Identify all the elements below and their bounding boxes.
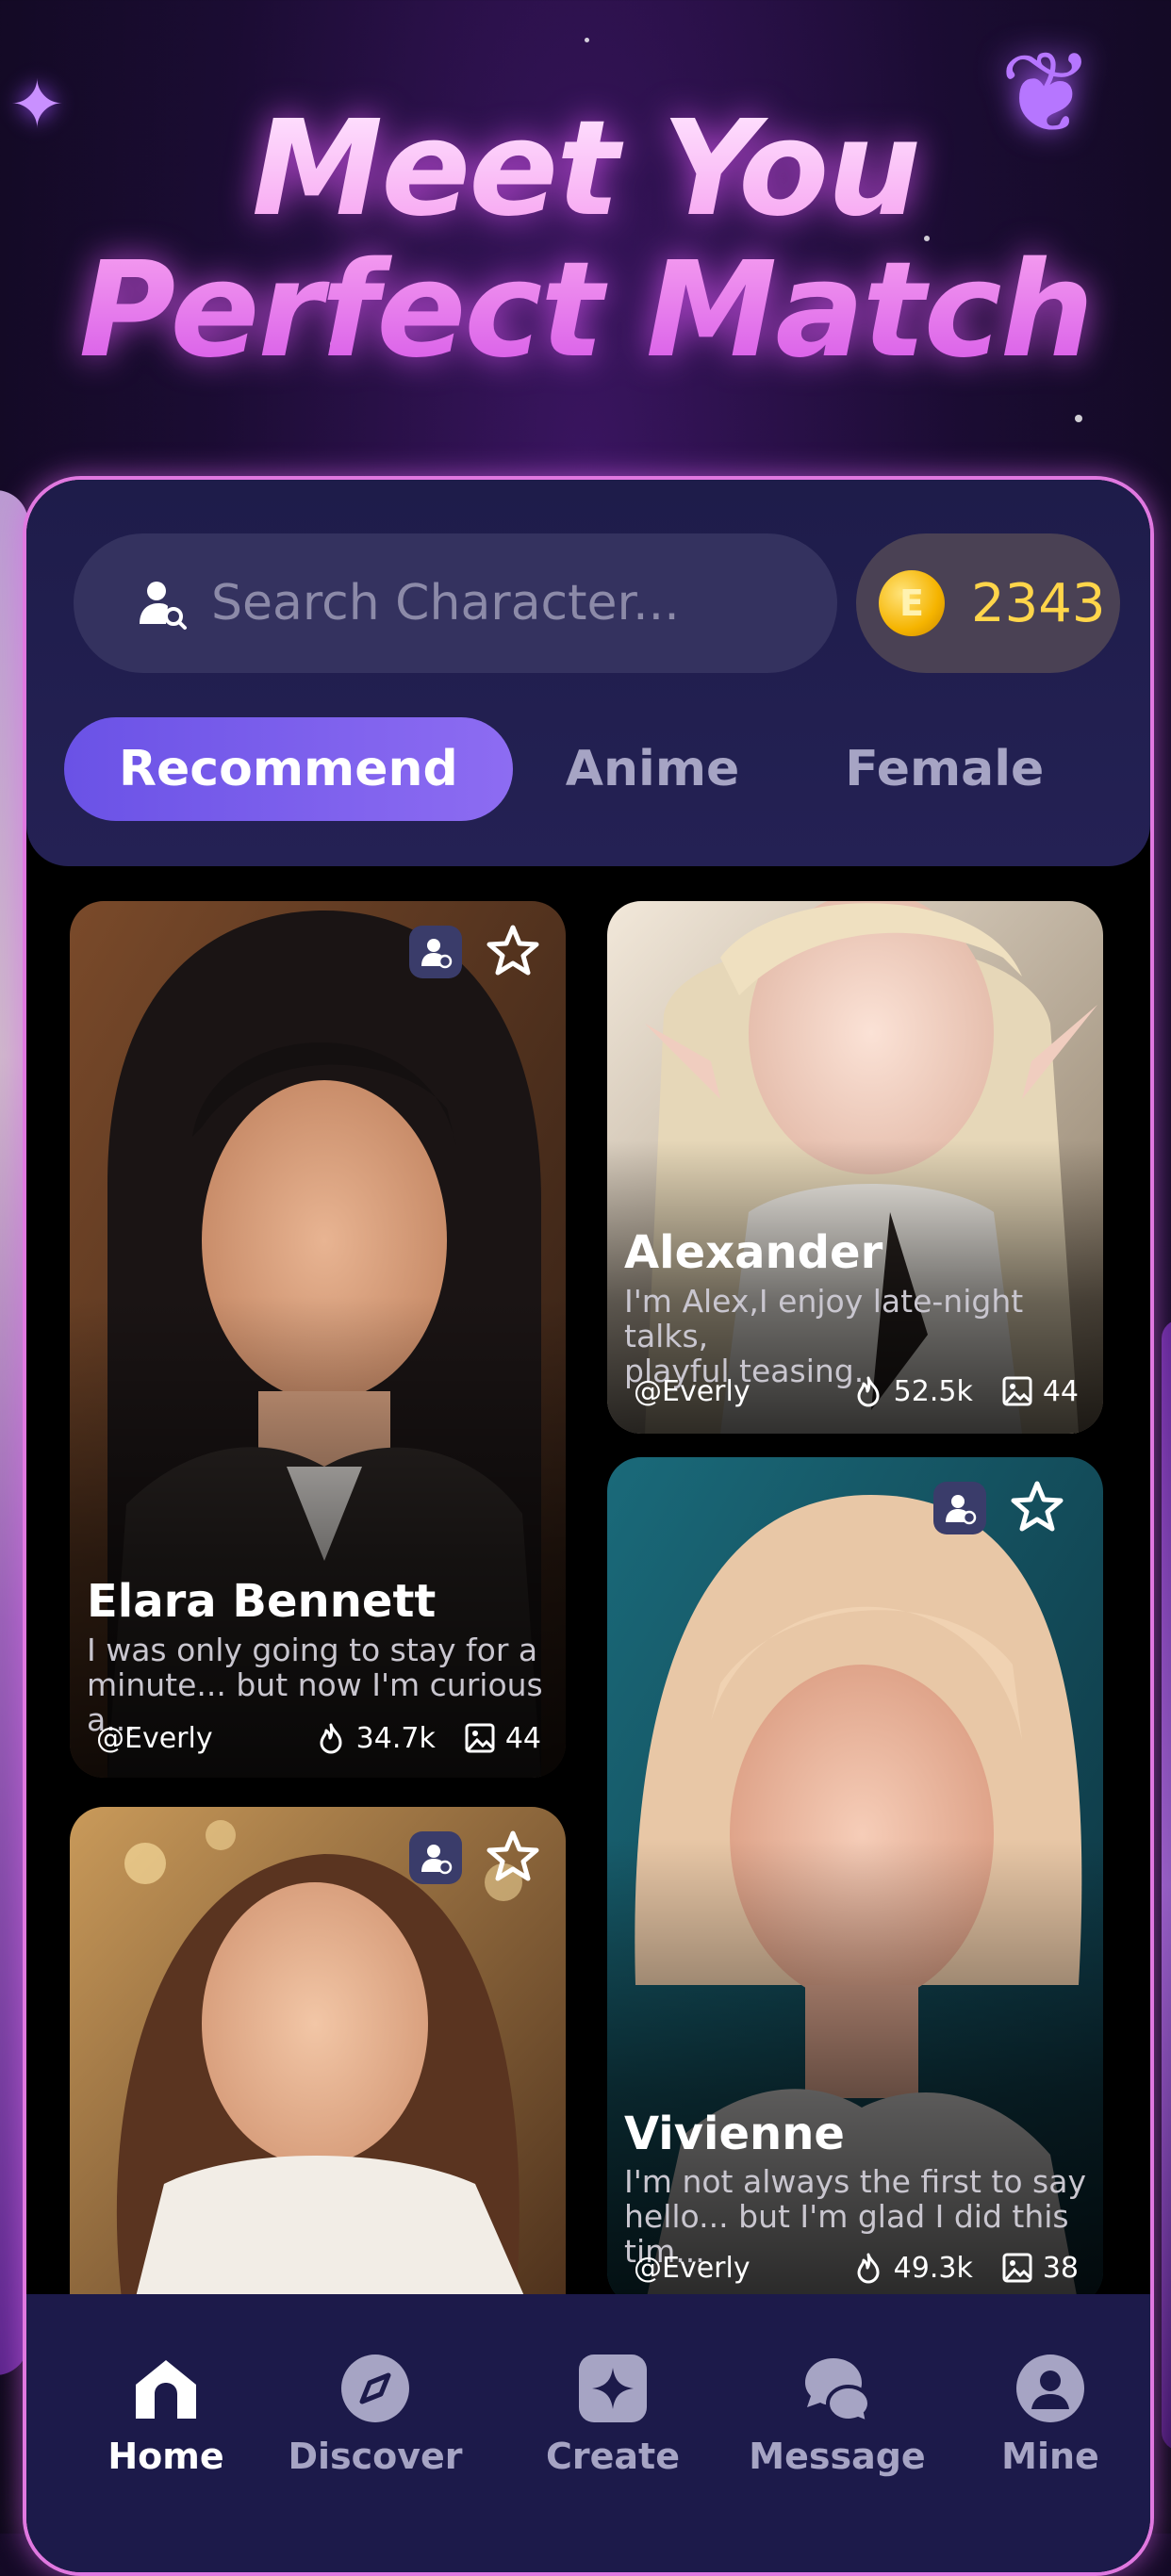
image-icon bbox=[1002, 2253, 1032, 2283]
tab-female[interactable]: Female bbox=[792, 717, 1097, 821]
category-tabs: Recommend Anime Female M bbox=[64, 717, 1150, 821]
character-card[interactable]: Elara Bennett I was only going to stay f… bbox=[70, 901, 566, 1778]
character-card[interactable]: Alexander I'm Alex,I enjoy late-night ta… bbox=[607, 901, 1103, 1434]
tab-more[interactable]: M bbox=[1097, 717, 1150, 821]
user-badge-icon bbox=[933, 1482, 986, 1534]
character-card[interactable]: Vivienne I'm not always the first to say… bbox=[607, 1457, 1103, 2305]
sparkle bbox=[585, 38, 589, 42]
author-handle: @Everly bbox=[634, 2251, 750, 2285]
character-name: Elara Bennett bbox=[87, 1575, 437, 1628]
author-handle: @Everly bbox=[634, 1374, 750, 1408]
card-meta: @Everly 49.3k 38 bbox=[634, 2249, 1079, 2287]
search-input[interactable] bbox=[209, 574, 816, 632]
user-search-icon bbox=[140, 582, 187, 630]
nav-home[interactable]: Home bbox=[72, 2353, 260, 2477]
flame-icon bbox=[857, 1376, 880, 1407]
hero-line-2: Perfect Match bbox=[78, 234, 1093, 387]
user-badge-icon bbox=[409, 926, 462, 978]
nav-message[interactable]: Message bbox=[743, 2353, 932, 2477]
likes-count: 34.7k bbox=[355, 1721, 436, 1755]
tab-anime[interactable]: Anime bbox=[513, 717, 793, 821]
flame-icon bbox=[320, 1723, 342, 1754]
home-icon bbox=[136, 2360, 196, 2419]
background-side-glow bbox=[1162, 1320, 1171, 2451]
images-count: 38 bbox=[1042, 2251, 1079, 2285]
author-handle: @Everly bbox=[96, 1721, 213, 1755]
images-count: 44 bbox=[504, 1721, 541, 1755]
coin-count: 2343 bbox=[971, 572, 1106, 634]
character-name: Alexander bbox=[624, 1226, 883, 1279]
images-count: 44 bbox=[1042, 1374, 1079, 1408]
coin-icon: E bbox=[879, 570, 945, 636]
flame-icon bbox=[857, 2253, 880, 2284]
sparkle bbox=[1075, 415, 1082, 422]
search-bar[interactable] bbox=[74, 533, 837, 673]
image-icon bbox=[1002, 1376, 1032, 1406]
app-frame: E 2343 Recommend Anime Female M bbox=[23, 476, 1154, 2576]
nav-discover[interactable]: Discover bbox=[281, 2353, 470, 2477]
tab-recommend[interactable]: Recommend bbox=[64, 717, 513, 821]
sparkle-icon bbox=[579, 2354, 647, 2422]
nav-mine[interactable]: Mine bbox=[956, 2353, 1145, 2477]
nav-label: Message bbox=[749, 2436, 926, 2477]
nav-create[interactable]: Create bbox=[519, 2353, 707, 2477]
compass-icon bbox=[341, 2354, 409, 2422]
chat-bubbles-icon bbox=[805, 2358, 872, 2424]
nav-label: Mine bbox=[1001, 2436, 1099, 2477]
nav-label: Home bbox=[107, 2436, 224, 2477]
favorite-star-icon[interactable] bbox=[483, 1828, 543, 1888]
nav-label: Discover bbox=[288, 2436, 463, 2477]
user-badge-icon bbox=[409, 1831, 462, 1884]
image-icon bbox=[465, 1723, 495, 1753]
card-meta: @Everly 34.7k 44 bbox=[96, 1719, 541, 1757]
hero-line-1: Meet You bbox=[251, 92, 920, 246]
likes-count: 52.5k bbox=[893, 1374, 973, 1408]
favorite-star-icon[interactable] bbox=[483, 922, 543, 982]
character-card[interactable] bbox=[70, 1807, 566, 2335]
character-name: Vivienne bbox=[624, 2108, 845, 2160]
user-icon bbox=[1016, 2354, 1084, 2422]
bottom-nav: Home Discover Create Message Mine bbox=[26, 2294, 1150, 2572]
header-panel: E 2343 Recommend Anime Female M bbox=[26, 480, 1150, 866]
favorite-star-icon[interactable] bbox=[1007, 1478, 1067, 1538]
coin-balance[interactable]: E 2343 bbox=[856, 533, 1120, 673]
card-meta: @Everly 52.5k 44 bbox=[634, 1372, 1079, 1410]
nav-label: Create bbox=[546, 2436, 680, 2477]
likes-count: 49.3k bbox=[893, 2251, 973, 2285]
hero-title: Meet You Perfect Match bbox=[0, 99, 1171, 382]
